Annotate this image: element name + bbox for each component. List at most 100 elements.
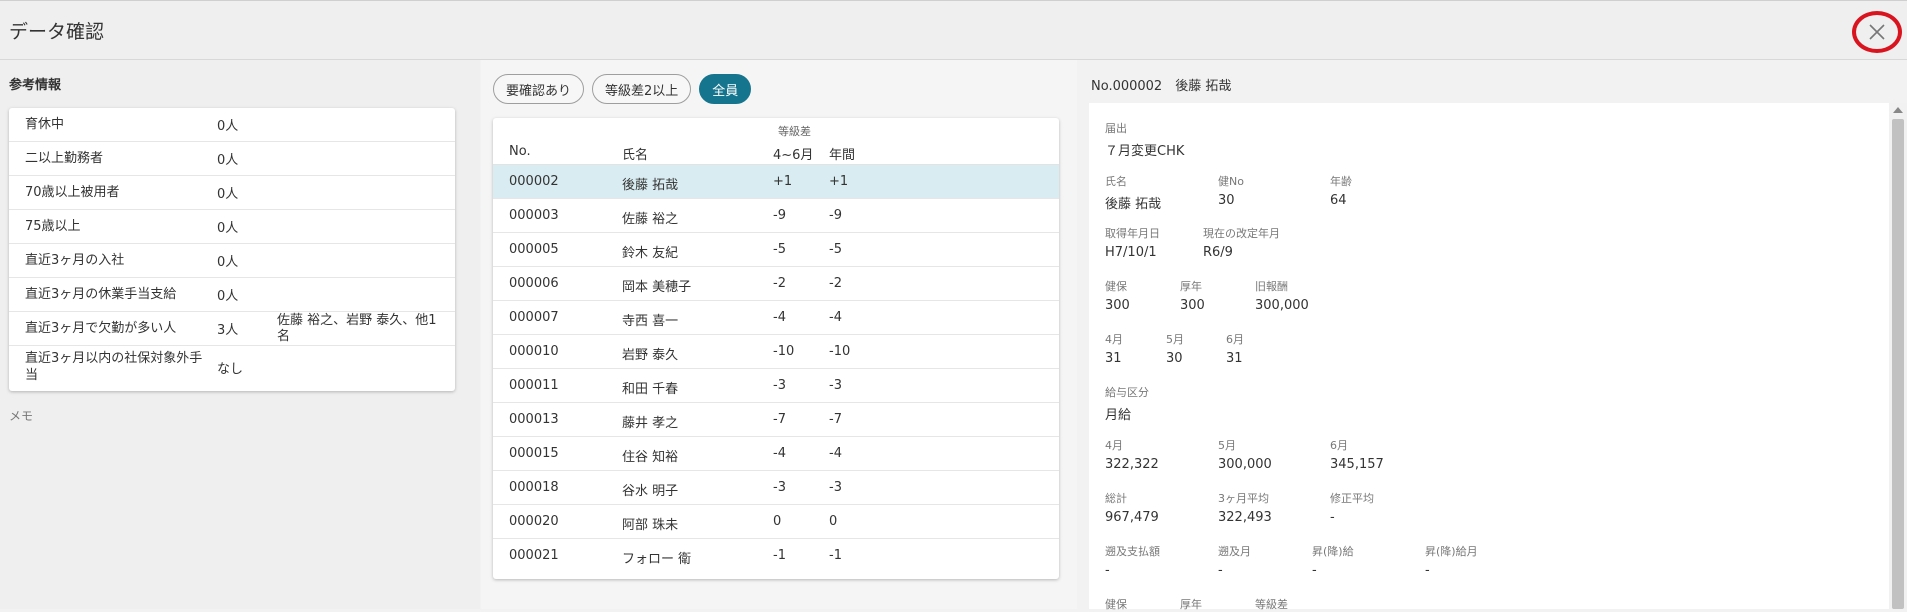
- field-label: 氏名: [1105, 175, 1127, 188]
- row-name: 谷水 明子: [622, 484, 679, 499]
- row-name: 住谷 知裕: [622, 450, 679, 465]
- close-button[interactable]: [1852, 11, 1902, 53]
- detail-scrollbar[interactable]: [1889, 103, 1907, 609]
- reference-label: 70歳以上被用者: [25, 185, 120, 200]
- row-no: 000010: [509, 344, 559, 359]
- field-label: 健保: [1105, 598, 1127, 611]
- row-apr-jun: -3: [773, 378, 786, 393]
- filter-needs-check-button[interactable]: 要確認あり: [493, 74, 585, 104]
- row-name: 寺西 喜一: [622, 314, 679, 329]
- field-value: 300: [1105, 298, 1130, 313]
- field-label: 6月: [1226, 333, 1244, 346]
- row-name: 藤井 孝之: [622, 416, 679, 431]
- reference-row: 75歳以上 0人: [9, 210, 455, 244]
- table-row[interactable]: 000010 岩野 泰久 -10 -10: [493, 335, 1059, 369]
- memo-label: メモ: [9, 409, 34, 423]
- field-retro-month: 遡及月 -: [1218, 543, 1251, 578]
- field-label: 遡及月: [1218, 545, 1251, 558]
- reference-row: 二以上勤務者 0人: [9, 142, 455, 176]
- row-no: 000011: [509, 378, 559, 393]
- field-value: -: [1105, 563, 1110, 578]
- row-annual: +1: [829, 174, 849, 189]
- table-row[interactable]: 000006 岡本 美穂子 -2 -2: [493, 267, 1059, 301]
- table-row[interactable]: 000003 佐藤 裕之 -9 -9: [493, 199, 1059, 233]
- field-raise: 昇(降)給 -: [1312, 543, 1354, 578]
- row-annual: -4: [829, 310, 842, 325]
- field-label: 4月: [1105, 439, 1123, 452]
- scroll-thumb[interactable]: [1892, 119, 1904, 609]
- field-label: 厚年: [1180, 598, 1202, 611]
- field-kenno: 健No 30: [1218, 173, 1244, 208]
- field-value: 月給: [1105, 408, 1132, 423]
- field-age: 年齢 64: [1330, 173, 1352, 208]
- row-annual: -9: [829, 208, 842, 223]
- row-no: 000002: [509, 174, 559, 189]
- row-apr-jun: 0: [773, 514, 782, 529]
- row-name: 鈴木 友紀: [622, 246, 679, 261]
- field-revised-month: 現在の改定年月 R6/9: [1203, 225, 1280, 260]
- row-annual: -3: [829, 378, 842, 393]
- field-pay-may: 5月 300,000: [1218, 437, 1272, 472]
- row-apr-jun: -4: [773, 446, 786, 461]
- grade-diff-group-header: 等級差: [778, 125, 811, 138]
- field-days-jun: 6月 31: [1226, 331, 1244, 366]
- field-label: 遡及支払額: [1105, 545, 1160, 558]
- filter-chips: 要確認あり 等級差2以上 全員: [493, 74, 752, 104]
- table-row[interactable]: 000011 和田 千春 -3 -3: [493, 369, 1059, 403]
- row-name: フォロー 衛: [622, 552, 692, 567]
- row-no: 000021: [509, 548, 559, 563]
- field-label: 年齢: [1330, 175, 1352, 188]
- employee-list-panel: 要確認あり 等級差2以上 全員 等級差 No. 氏名 4~6月 年間 00000…: [481, 60, 1077, 609]
- field-label: 修正平均: [1330, 492, 1374, 505]
- row-name: 阿部 珠未: [622, 518, 679, 533]
- field-value: -: [1312, 563, 1317, 578]
- field-value: -: [1330, 510, 1335, 525]
- field-label: 届出: [1105, 122, 1127, 135]
- field-value: 64: [1330, 193, 1347, 208]
- reference-row: 直近3ヶ月の入社 0人: [9, 244, 455, 278]
- table-row[interactable]: 000013 藤井 孝之 -7 -7: [493, 403, 1059, 437]
- filter-all-button[interactable]: 全員: [699, 74, 752, 104]
- table-row[interactable]: 000005 鈴木 友紀 -5 -5: [493, 233, 1059, 267]
- row-apr-jun: -4: [773, 310, 786, 325]
- row-apr-jun: -1: [773, 548, 786, 563]
- table-row[interactable]: 000007 寺西 喜一 -4 -4: [493, 301, 1059, 335]
- field-value: 300,000: [1218, 457, 1272, 472]
- table-row[interactable]: 000020 阿部 珠未 0 0: [493, 505, 1059, 539]
- row-apr-jun: -2: [773, 276, 786, 291]
- reference-row: 直近3ヶ月以内の社保対象外手当 なし: [9, 346, 455, 388]
- field-acquired-date: 取得年月日 H7/10/1: [1105, 225, 1160, 260]
- table-row[interactable]: 000002 後藤 拓哉 +1 +1: [493, 165, 1059, 199]
- reference-title: 参考情報: [9, 78, 62, 93]
- table-row[interactable]: 000018 谷水 明子 -3 -3: [493, 471, 1059, 505]
- table-header: 等級差 No. 氏名 4~6月 年間: [493, 118, 1059, 165]
- field-old-pay: 旧報酬 300,000: [1255, 278, 1309, 313]
- field-label: 昇(降)給: [1312, 545, 1354, 558]
- table-row[interactable]: 000015 住谷 知裕 -4 -4: [493, 437, 1059, 471]
- field-value: 300,000: [1255, 298, 1309, 313]
- row-apr-jun: -3: [773, 480, 786, 495]
- field-value: 300: [1180, 298, 1205, 313]
- scroll-up-arrow-icon[interactable]: [1893, 107, 1903, 113]
- row-annual: -10: [829, 344, 851, 359]
- table-row[interactable]: 000021 フォロー 衛 -1 -1: [493, 539, 1059, 573]
- row-annual: -3: [829, 480, 842, 495]
- field-label: 旧報酬: [1255, 280, 1288, 293]
- col-annual: 年間: [829, 148, 856, 163]
- row-no: 000005: [509, 242, 559, 257]
- reference-panel: 参考情報 育休中 0人 二以上勤務者 0人 70歳以上被用者 0人 75歳以上 …: [0, 60, 480, 609]
- reference-label: 直近3ヶ月以内の社保対象外手当: [25, 351, 203, 383]
- reference-value: 0人: [217, 187, 239, 202]
- field-label: 等級差: [1255, 598, 1288, 611]
- filter-grade-diff-button[interactable]: 等級差2以上: [592, 74, 692, 104]
- field-label: 5月: [1166, 333, 1184, 346]
- field-todokede: 届出 ７月変更CHK: [1105, 120, 1184, 159]
- field-value: 31: [1105, 351, 1122, 366]
- field-new-kounen: 厚年: [1180, 596, 1202, 612]
- reference-label: 二以上勤務者: [25, 151, 104, 166]
- row-annual: 0: [829, 514, 838, 529]
- row-no: 000020: [509, 514, 559, 529]
- row-name: 和田 千春: [622, 382, 679, 397]
- field-pay-jun: 6月 345,157: [1330, 437, 1384, 472]
- reference-value: 0人: [217, 221, 239, 236]
